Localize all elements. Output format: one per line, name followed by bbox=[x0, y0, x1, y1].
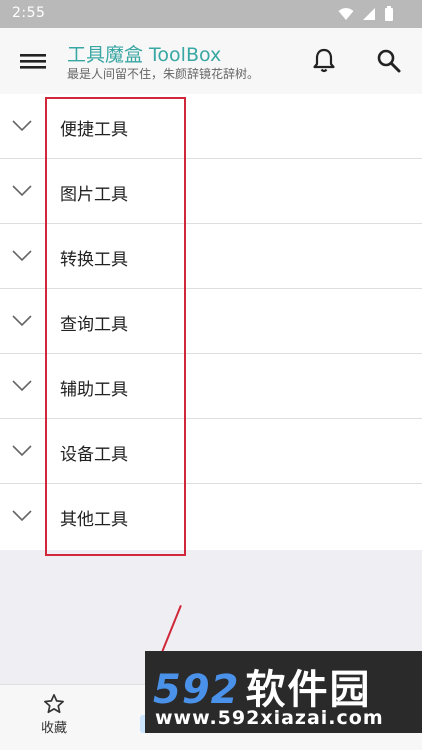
watermark-url: www.592xiazai.com bbox=[155, 707, 384, 729]
star-outline-icon bbox=[44, 694, 64, 714]
status-icons bbox=[338, 6, 394, 22]
nav-item-label: 收藏 bbox=[40, 721, 67, 736]
app-title: 工具魔盒 ToolBox bbox=[67, 44, 222, 66]
chevron-down-icon bbox=[12, 250, 32, 262]
app-bar: 工具魔盒 ToolBox 最是人间留不住，朱颜辞镜花辞树。 bbox=[0, 28, 422, 94]
app-subtitle: 最是人间留不住，朱颜辞镜花辞树。 bbox=[67, 67, 260, 81]
chevron-down-icon bbox=[12, 315, 32, 327]
bell-icon[interactable] bbox=[312, 48, 336, 74]
chevron-down-icon bbox=[12, 510, 32, 522]
nav-item-favorites[interactable]: 收藏 bbox=[22, 693, 86, 736]
menu-icon[interactable] bbox=[20, 52, 46, 70]
chevron-down-icon bbox=[12, 380, 32, 392]
status-bar: 2:55 bbox=[0, 0, 422, 28]
battery-icon bbox=[385, 6, 393, 21]
watermark-overlay: 592 软件园 www.592xiazai.com bbox=[145, 651, 422, 733]
status-time: 2:55 bbox=[12, 5, 46, 21]
annotation-highlight-box bbox=[45, 97, 186, 556]
search-icon[interactable] bbox=[376, 48, 402, 74]
chevron-down-icon bbox=[12, 120, 32, 132]
signal-icon bbox=[363, 8, 375, 20]
chevron-down-icon bbox=[12, 185, 32, 197]
wifi-icon bbox=[338, 8, 354, 20]
chevron-down-icon bbox=[12, 445, 32, 457]
